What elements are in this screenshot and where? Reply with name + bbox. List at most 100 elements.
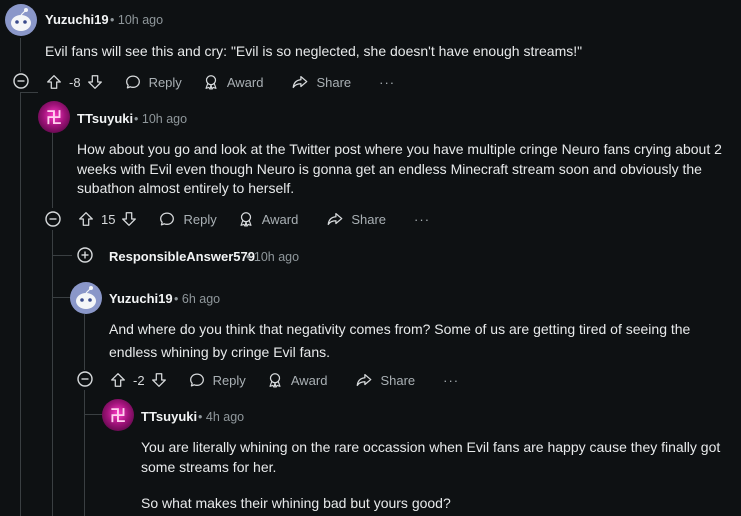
- avatar[interactable]: [5, 4, 37, 36]
- share-icon: [327, 212, 343, 226]
- downvote-icon: [87, 75, 102, 89]
- share-label: Share: [316, 74, 352, 90]
- comment-line: endless whining by cringe Evil fans.: [109, 343, 331, 360]
- award-label: Award: [261, 211, 299, 227]
- share-button[interactable]: Share: [326, 210, 386, 228]
- thread-line: [20, 92, 21, 516]
- comment-timestamp: 10h ago: [117, 13, 164, 27]
- collapse-icon: [13, 73, 29, 89]
- comment-author[interactable]: TTsuyuki: [141, 409, 197, 424]
- vote-score: 15: [101, 211, 116, 227]
- comment-author[interactable]: Yuzuchi19: [45, 12, 109, 27]
- reply-button[interactable]: Reply: [158, 210, 217, 228]
- tt-avatar-icon: 卍: [110, 406, 126, 425]
- thread-line: [84, 390, 85, 516]
- share-icon: [357, 373, 372, 387]
- more-options-button[interactable]: ···: [443, 373, 459, 388]
- tt-avatar-icon: 卍: [46, 108, 62, 127]
- comment-line: subathon almost entirely to herself.: [77, 180, 295, 196]
- downvote-icon: [122, 212, 137, 226]
- thread-line: [52, 230, 53, 516]
- comment-time: • 10h ago: [246, 250, 299, 264]
- reply-button[interactable]: Reply: [124, 73, 182, 91]
- share-button[interactable]: Share: [291, 73, 351, 91]
- comment-body: And where do you think that negativity c…: [109, 320, 690, 362]
- reply-icon: [125, 75, 140, 89]
- upvote-button[interactable]: [45, 73, 63, 91]
- snoo-avatar-icon: [76, 286, 96, 309]
- comment-time: • 10h ago: [134, 112, 187, 126]
- thread-line: [20, 92, 38, 93]
- separator: •: [246, 250, 251, 264]
- vote-score: -8: [69, 74, 81, 90]
- share-button[interactable]: Share: [355, 371, 415, 389]
- vote-score: -2: [133, 372, 145, 388]
- more-icon: ···: [443, 372, 460, 388]
- avatar[interactable]: [70, 282, 102, 314]
- downvote-icon: [151, 373, 166, 387]
- comment-timestamp: 4h ago: [205, 410, 245, 424]
- reply-icon: [160, 212, 175, 226]
- award-icon: [269, 373, 281, 388]
- expand-icon: [77, 247, 93, 263]
- comment-line: You are literally whining on the rare oc…: [141, 439, 721, 455]
- comment-body: Evil fans will see this and cry: "Evil i…: [45, 42, 582, 62]
- share-label: Share: [380, 372, 416, 388]
- collapse-icon: [45, 211, 61, 227]
- svg-text:卍: 卍: [110, 406, 126, 425]
- award-icon: [240, 212, 252, 227]
- downvote-button[interactable]: [150, 371, 168, 389]
- award-label: Award: [290, 372, 328, 388]
- comment-author[interactable]: Yuzuchi19: [109, 291, 173, 306]
- upvote-icon: [79, 212, 93, 226]
- award-icon: [205, 75, 217, 90]
- more-icon: ···: [414, 211, 431, 227]
- comment-timestamp: 10h ago: [253, 250, 300, 264]
- collapse-button[interactable]: [11, 71, 31, 91]
- award-button[interactable]: Award: [202, 73, 263, 91]
- share-label: Share: [351, 211, 387, 227]
- upvote-button[interactable]: [77, 210, 95, 228]
- downvote-button[interactable]: [86, 73, 104, 91]
- comment-author[interactable]: TTsuyuki: [77, 111, 133, 126]
- comment-actions: 15 Reply Award Share ···: [77, 207, 430, 231]
- collapse-button[interactable]: [43, 209, 63, 229]
- award-button[interactable]: Award: [237, 210, 299, 228]
- comment-line: And where do you think that negativity c…: [109, 321, 691, 337]
- comment-body: You are literally whining on the rare oc…: [141, 438, 720, 514]
- reply-button[interactable]: Reply: [188, 371, 246, 389]
- separator: •: [198, 410, 203, 424]
- reply-label: Reply: [183, 211, 217, 227]
- comment-line: some streams for her.: [141, 458, 277, 475]
- comment-time: • 10h ago: [110, 13, 163, 27]
- thread-line: [52, 132, 53, 208]
- avatar[interactable]: 卍: [38, 101, 70, 133]
- reply-label: Reply: [212, 372, 246, 388]
- reply-icon: [189, 373, 204, 387]
- collapse-button[interactable]: [75, 369, 95, 389]
- comment-body: How about you go and look at the Twitter…: [77, 140, 722, 199]
- comment-line: weeks with Evil even though Neuro is gon…: [77, 160, 702, 177]
- upvote-button[interactable]: [109, 371, 127, 389]
- comment-time: • 6h ago: [174, 292, 220, 306]
- comment-line: Evil fans will see this and cry: "Evil i…: [45, 43, 583, 59]
- svg-text:卍: 卍: [46, 108, 62, 127]
- comment-line: So what makes their whining bad but your…: [141, 495, 451, 511]
- separator: •: [110, 13, 115, 27]
- avatar[interactable]: 卍: [102, 399, 134, 431]
- comment-timestamp: 6h ago: [181, 292, 221, 306]
- comment-actions: -2 Reply Award Share ···: [109, 368, 459, 392]
- more-options-button[interactable]: ···: [414, 212, 430, 227]
- comment-author[interactable]: ResponsibleAnswer579: [109, 249, 255, 264]
- more-options-button[interactable]: ···: [379, 75, 395, 90]
- thread-line: [52, 297, 70, 298]
- upvote-icon: [111, 373, 125, 387]
- expand-button[interactable]: [75, 245, 95, 265]
- thread-line: [52, 255, 72, 256]
- share-icon: [293, 75, 308, 89]
- comment-line: How about you go and look at the Twitter…: [77, 141, 722, 157]
- downvote-button[interactable]: [120, 210, 138, 228]
- award-button[interactable]: Award: [266, 371, 328, 389]
- comment-time: • 4h ago: [198, 410, 244, 424]
- thread-line: [20, 38, 21, 72]
